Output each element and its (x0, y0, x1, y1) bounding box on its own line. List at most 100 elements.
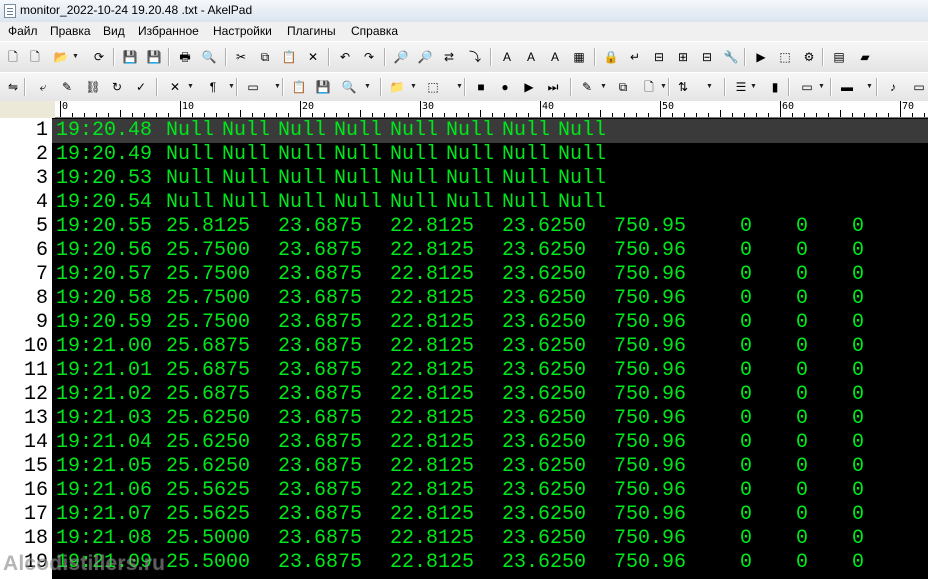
menu-favorites[interactable]: Избранное (138, 24, 199, 38)
duplicate-icon[interactable]: ⧉ (614, 78, 632, 96)
dropdown-arrow-icon[interactable]: ▼ (706, 80, 713, 94)
ruler-tick (612, 113, 613, 117)
value-cell: 25.5000 (166, 551, 251, 574)
tools-icon[interactable]: 🔧 (722, 48, 740, 66)
redo-icon[interactable]: ↷ (360, 48, 378, 66)
reopen-icon[interactable]: ⟳ (90, 48, 108, 66)
page-icon[interactable]: 🗋 (640, 78, 658, 96)
dropdown-arrow-icon[interactable]: ▼ (228, 80, 235, 94)
script-icon[interactable]: ✎ (578, 78, 596, 96)
save-as-icon[interactable]: 💾 (314, 78, 332, 96)
outline-icon[interactable]: ☰ (732, 78, 750, 96)
bookmark-icon[interactable]: ▮ (766, 78, 784, 96)
save-all-icon[interactable]: 💾 (145, 48, 163, 66)
view-mode-icon[interactable]: ▭ (244, 78, 262, 96)
font-icon[interactable]: A (498, 48, 516, 66)
value-cell: Null (222, 143, 271, 166)
new-window-icon[interactable]: 🗋 (26, 48, 44, 66)
close-all-icon[interactable]: ✕ (166, 78, 184, 96)
code-icon[interactable]: ▭ (798, 78, 816, 96)
pilcrow-icon[interactable]: ¶ (204, 78, 222, 96)
dropdown-arrow-icon[interactable]: ▼ (456, 80, 463, 94)
link-icon[interactable]: ⛓ (84, 78, 102, 96)
save-icon[interactable]: 💾 (121, 48, 139, 66)
split-horizontal-icon[interactable]: ⊟ (698, 48, 716, 66)
run-icon[interactable]: ▶ (752, 48, 770, 66)
panel-icon[interactable]: ▬ (838, 78, 856, 96)
macro-icon[interactable]: ⬚ (776, 48, 794, 66)
color-icon[interactable]: ▦ (570, 48, 588, 66)
settings-icon[interactable]: ⚙ (800, 48, 818, 66)
print-icon[interactable]: 🖶 (176, 48, 194, 66)
clipboard-icon[interactable]: 📋 (290, 78, 308, 96)
timestamp-cell: 19:20.53 (56, 167, 153, 190)
tag-icon[interactable]: ⬚ (424, 78, 442, 96)
sort-icon[interactable]: ⇅ (674, 78, 692, 96)
find-next-icon[interactable]: 🔎 (416, 48, 434, 66)
dropdown-arrow-icon[interactable]: ▼ (660, 80, 667, 94)
delete-icon[interactable]: ✕ (304, 48, 322, 66)
spell-icon[interactable]: ✓ (132, 78, 150, 96)
replace-icon[interactable]: ⇄ (440, 48, 458, 66)
goto-icon[interactable]: ⤵ (466, 48, 484, 66)
split-icon[interactable]: ⊟ (650, 48, 668, 66)
copy-icon[interactable]: ⧉ (256, 48, 274, 66)
split-vertical-icon[interactable]: ⊞ (674, 48, 692, 66)
dropdown-arrow-icon[interactable]: ▼ (187, 80, 194, 94)
line-number: 14 (23, 431, 48, 454)
music-icon[interactable]: ♪ (884, 78, 902, 96)
notes-icon[interactable]: ▤ (830, 48, 848, 66)
dropdown-arrow-icon[interactable]: ▼ (72, 50, 79, 64)
ruler-tick (252, 113, 253, 117)
open-icon[interactable]: 📂 (52, 48, 70, 66)
menu-file[interactable]: Файл (8, 24, 38, 38)
menu-edit[interactable]: Правка (50, 24, 91, 38)
menu-help[interactable]: Справка (351, 24, 398, 38)
value-cell: 23.6875 (278, 335, 363, 358)
folder-icon[interactable]: 📁 (388, 78, 406, 96)
menu-view[interactable]: Вид (103, 24, 125, 38)
dropdown-arrow-icon[interactable]: ▼ (410, 80, 417, 94)
new-file-icon[interactable]: 🗋 (4, 48, 22, 66)
ruler-tick (204, 113, 205, 117)
print-preview-icon[interactable]: 🔍 (200, 48, 218, 66)
marker-icon[interactable]: ✎ (58, 78, 76, 96)
find-icon[interactable]: 🔎 (392, 48, 410, 66)
cut-icon[interactable]: ✂ (232, 48, 250, 66)
dropdown-arrow-icon[interactable]: ▼ (818, 80, 825, 94)
refresh-icon[interactable]: ↻ (108, 78, 126, 96)
value-cell: 0 (796, 215, 809, 238)
toolbar-separator (830, 78, 831, 96)
record-icon[interactable]: ● (496, 78, 514, 96)
value-cell: 23.6875 (278, 383, 363, 406)
dropdown-arrow-icon[interactable]: ▼ (866, 80, 873, 94)
menu-settings[interactable]: Настройки (213, 24, 272, 38)
ruler-label: 60 (782, 101, 795, 112)
undo-icon[interactable]: ↶ (336, 48, 354, 66)
misc-icon[interactable]: ▭ (910, 78, 928, 96)
text-editor[interactable]: 19:20.48 Null Null Null Null Null Null Null Null… (52, 118, 928, 579)
dropdown-arrow-icon[interactable]: ▼ (364, 80, 371, 94)
stop-icon[interactable]: ■ (472, 78, 490, 96)
dropdown-arrow-icon[interactable]: ▼ (750, 80, 757, 94)
font-smaller-icon[interactable]: A (546, 48, 564, 66)
dropdown-arrow-icon[interactable]: ▼ (274, 80, 281, 94)
app-icon (4, 4, 16, 18)
value-cell: Null (558, 143, 607, 166)
value-cell: Null (222, 119, 271, 142)
play-icon[interactable]: ▶ (520, 78, 538, 96)
play-multiple-icon[interactable]: ⏭ (544, 78, 562, 96)
highlight-icon[interactable]: ▰ (856, 48, 874, 66)
menu-plugins[interactable]: Плагины (287, 24, 336, 38)
value-cell: 0 (796, 455, 809, 478)
font-bigger-icon[interactable]: A (522, 48, 540, 66)
word-wrap-icon[interactable]: ↵ (626, 48, 644, 66)
search-icon[interactable]: 🔍 (340, 78, 358, 96)
toolbar-separator (384, 48, 385, 66)
dropdown-arrow-icon[interactable]: ▼ (600, 80, 607, 94)
coder-icon[interactable]: ⇋ (4, 78, 22, 96)
paste-icon[interactable]: 📋 (280, 48, 298, 66)
value-cell: 0 (852, 215, 865, 238)
lock-icon[interactable]: 🔒 (602, 48, 620, 66)
format-icon[interactable]: ⤶ (34, 78, 52, 96)
